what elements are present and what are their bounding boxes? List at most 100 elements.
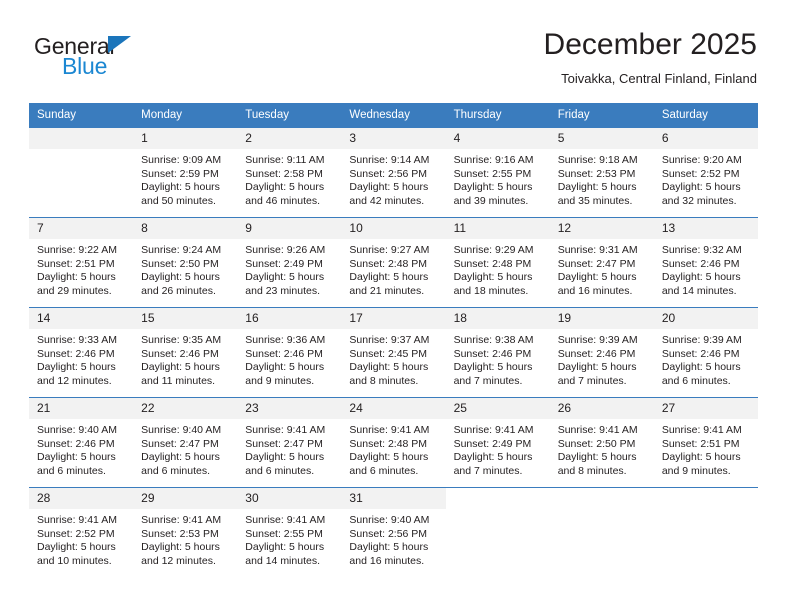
day-cell-inner: 11 Sunrise: 9:29 AM Sunset: 2:48 PM Dayligh… xyxy=(445,218,550,307)
sunset-time: Sunset: 2:59 PM xyxy=(141,167,219,180)
daylight-duration-line1: Daylight: 5 hours xyxy=(661,271,741,284)
sunset-time: Sunset: 2:58 PM xyxy=(245,167,323,180)
day-details: Sunrise: 9:41 AM Sunset: 2:55 PM Daylight:… xyxy=(237,509,341,568)
day-cell-inner: 18 Sunrise: 9:38 AM Sunset: 2:46 PM Dayligh… xyxy=(445,308,550,397)
daylight-duration-line1: Daylight: 5 hours xyxy=(245,271,325,284)
calendar-day-cell[interactable]: 28 Sunrise: 9:41 AM Sunset: 2:52 PM Dayligh… xyxy=(29,487,134,578)
day-number: 23 xyxy=(237,398,342,419)
calendar-day-cell[interactable]: 30 Sunrise: 9:41 AM Sunset: 2:55 PM Dayligh… xyxy=(237,487,342,578)
day-number: 16 xyxy=(237,308,342,329)
calendar-day-cell[interactable]: 12 Sunrise: 9:31 AM Sunset: 2:47 PM Dayligh… xyxy=(549,217,654,308)
calendar-day-cell[interactable]: 4 Sunrise: 9:16 AM Sunset: 2:55 PM Daylight… xyxy=(445,127,550,218)
day-number: 31 xyxy=(341,488,446,509)
calendar-day-cell[interactable]: 26 Sunrise: 9:41 AM Sunset: 2:50 PM Dayligh… xyxy=(549,397,654,488)
calendar-week-row: 14 Sunrise: 9:33 AM Sunset: 2:46 PM Dayligh… xyxy=(29,307,758,398)
day-cell-inner: 31 Sunrise: 9:40 AM Sunset: 2:56 PM Dayligh… xyxy=(341,488,446,578)
weekday-header-tuesday: Tuesday xyxy=(237,103,342,128)
calendar-day-cell[interactable]: 20 Sunrise: 9:39 AM Sunset: 2:46 PM Dayligh… xyxy=(653,307,758,398)
calendar-day-cell[interactable]: 25 Sunrise: 9:41 AM Sunset: 2:49 PM Dayligh… xyxy=(445,397,550,488)
day-number: 28 xyxy=(29,488,134,509)
day-details: Sunrise: 9:35 AM Sunset: 2:46 PM Daylight:… xyxy=(133,329,237,388)
daylight-duration-line1: Daylight: 5 hours xyxy=(661,451,741,464)
day-cell-inner: 7 Sunrise: 9:22 AM Sunset: 2:51 PM Daylight… xyxy=(29,218,134,307)
calendar-day-cell[interactable]: 13 Sunrise: 9:32 AM Sunset: 2:46 PM Dayligh… xyxy=(653,217,758,308)
daylight-duration-line2: and 12 minutes. xyxy=(37,374,112,387)
day-cell-inner: 16 Sunrise: 9:36 AM Sunset: 2:46 PM Dayligh… xyxy=(237,308,342,397)
sunrise-time: Sunrise: 9:11 AM xyxy=(245,154,325,166)
daylight-duration-line1: Daylight: 5 hours xyxy=(349,271,429,284)
day-cell-inner: 3 Sunrise: 9:14 AM Sunset: 2:56 PM Daylight… xyxy=(341,128,446,217)
daylight-duration-line1: Daylight: 5 hours xyxy=(37,361,116,374)
day-number xyxy=(29,128,134,149)
day-details: Sunrise: 9:29 AM Sunset: 2:48 PM Daylight:… xyxy=(446,239,550,298)
calendar-day-cell[interactable]: 23 Sunrise: 9:41 AM Sunset: 2:47 PM Dayligh… xyxy=(237,397,342,488)
calendar-day-cell[interactable]: 9 Sunrise: 9:26 AM Sunset: 2:49 PM Daylight… xyxy=(237,217,342,308)
day-number: 15 xyxy=(133,308,238,329)
calendar-day-cell[interactable]: 5 Sunrise: 9:18 AM Sunset: 2:53 PM Daylight… xyxy=(549,127,654,218)
daylight-duration-line2: and 6 minutes. xyxy=(141,464,211,477)
calendar-day-cell[interactable]: 15 Sunrise: 9:35 AM Sunset: 2:46 PM Dayligh… xyxy=(133,307,238,398)
page-title: December 2025 xyxy=(543,28,757,61)
sunset-time: Sunset: 2:46 PM xyxy=(661,257,740,270)
daylight-duration-line2: and 16 minutes. xyxy=(557,284,633,297)
day-number: 7 xyxy=(29,218,134,239)
calendar-day-cell[interactable]: 22 Sunrise: 9:40 AM Sunset: 2:47 PM Dayligh… xyxy=(133,397,238,488)
calendar-day-cell[interactable]: 8 Sunrise: 9:24 AM Sunset: 2:50 PM Daylight… xyxy=(133,217,238,308)
day-details: Sunrise: 9:41 AM Sunset: 2:48 PM Daylight:… xyxy=(341,419,445,478)
sunrise-time: Sunrise: 9:36 AM xyxy=(245,334,326,346)
daylight-duration-line1: Daylight: 5 hours xyxy=(453,181,533,194)
calendar-day-cell[interactable]: 3 Sunrise: 9:14 AM Sunset: 2:56 PM Daylight… xyxy=(341,127,446,218)
day-details: Sunrise: 9:41 AM Sunset: 2:52 PM Daylight:… xyxy=(29,509,133,568)
page-header: General Blue December 2025 Toivakka, Cen… xyxy=(0,0,792,103)
calendar-day-cell-empty xyxy=(653,487,758,578)
day-number: 6 xyxy=(653,128,758,149)
calendar-day-cell[interactable]: 21 Sunrise: 9:40 AM Sunset: 2:46 PM Dayligh… xyxy=(29,397,134,488)
sunset-time: Sunset: 2:46 PM xyxy=(557,347,636,360)
day-cell-inner: 6 Sunrise: 9:20 AM Sunset: 2:52 PM Daylight… xyxy=(653,128,758,217)
calendar-day-cell[interactable]: 18 Sunrise: 9:38 AM Sunset: 2:46 PM Dayligh… xyxy=(445,307,550,398)
daylight-duration-line1: Daylight: 5 hours xyxy=(141,451,220,464)
day-cell-inner: 23 Sunrise: 9:41 AM Sunset: 2:47 PM Dayligh… xyxy=(237,398,342,487)
daylight-duration-line1: Daylight: 5 hours xyxy=(453,451,533,464)
sunset-time: Sunset: 2:50 PM xyxy=(557,437,636,450)
day-details: Sunrise: 9:40 AM Sunset: 2:46 PM Daylight:… xyxy=(29,419,133,478)
day-cell-inner: 13 Sunrise: 9:32 AM Sunset: 2:46 PM Dayligh… xyxy=(653,218,758,307)
calendar-day-cell[interactable]: 1 Sunrise: 9:09 AM Sunset: 2:59 PM Daylight… xyxy=(133,127,238,218)
daylight-duration-line1: Daylight: 5 hours xyxy=(141,361,220,374)
calendar-day-cell[interactable]: 7 Sunrise: 9:22 AM Sunset: 2:51 PM Daylight… xyxy=(29,217,134,308)
calendar-day-cell[interactable]: 27 Sunrise: 9:41 AM Sunset: 2:51 PM Dayligh… xyxy=(653,397,758,488)
day-number: 14 xyxy=(29,308,134,329)
calendar-day-cell[interactable]: 2 Sunrise: 9:11 AM Sunset: 2:58 PM Daylight… xyxy=(237,127,342,218)
calendar-day-cell[interactable]: 19 Sunrise: 9:39 AM Sunset: 2:46 PM Dayligh… xyxy=(549,307,654,398)
daylight-duration-line2: and 6 minutes. xyxy=(661,374,731,387)
daylight-duration-line1: Daylight: 5 hours xyxy=(661,181,741,194)
day-cell-inner xyxy=(654,488,758,578)
calendar-day-cell[interactable]: 29 Sunrise: 9:41 AM Sunset: 2:53 PM Dayligh… xyxy=(133,487,238,578)
sunrise-time: Sunrise: 9:40 AM xyxy=(37,424,117,436)
sunset-time: Sunset: 2:48 PM xyxy=(453,257,532,270)
day-cell-inner: 28 Sunrise: 9:41 AM Sunset: 2:52 PM Dayligh… xyxy=(29,488,134,578)
day-details: Sunrise: 9:40 AM Sunset: 2:47 PM Daylight:… xyxy=(133,419,237,478)
day-details: Sunrise: 9:39 AM Sunset: 2:46 PM Daylight:… xyxy=(654,329,758,388)
day-cell-inner: 4 Sunrise: 9:16 AM Sunset: 2:55 PM Daylight… xyxy=(445,128,550,217)
weekday-header-thursday: Thursday xyxy=(445,103,550,128)
day-cell-inner xyxy=(29,128,134,217)
calendar-day-cell[interactable]: 17 Sunrise: 9:37 AM Sunset: 2:45 PM Dayligh… xyxy=(341,307,446,398)
sunrise-time: Sunrise: 9:41 AM xyxy=(349,424,430,436)
calendar-day-cell[interactable]: 14 Sunrise: 9:33 AM Sunset: 2:46 PM Dayligh… xyxy=(29,307,134,398)
calendar-day-cell[interactable]: 6 Sunrise: 9:20 AM Sunset: 2:52 PM Daylight… xyxy=(653,127,758,218)
sunset-time: Sunset: 2:53 PM xyxy=(141,527,219,540)
daylight-duration-line1: Daylight: 5 hours xyxy=(349,181,429,194)
calendar-day-cell[interactable]: 10 Sunrise: 9:27 AM Sunset: 2:48 PM Dayligh… xyxy=(341,217,446,308)
day-cell-inner: 14 Sunrise: 9:33 AM Sunset: 2:46 PM Dayligh… xyxy=(29,308,134,397)
day-number: 12 xyxy=(549,218,654,239)
daylight-duration-line2: and 6 minutes. xyxy=(37,464,106,477)
day-number: 13 xyxy=(653,218,758,239)
daylight-duration-line2: and 6 minutes. xyxy=(245,464,315,477)
calendar-day-cell[interactable]: 11 Sunrise: 9:29 AM Sunset: 2:48 PM Dayligh… xyxy=(445,217,550,308)
sunrise-time: Sunrise: 9:40 AM xyxy=(349,514,430,526)
calendar-day-cell[interactable]: 24 Sunrise: 9:41 AM Sunset: 2:48 PM Dayligh… xyxy=(341,397,446,488)
daylight-duration-line2: and 50 minutes. xyxy=(141,194,216,207)
calendar-day-cell[interactable]: 16 Sunrise: 9:36 AM Sunset: 2:46 PM Dayligh… xyxy=(237,307,342,398)
calendar-day-cell[interactable]: 31 Sunrise: 9:40 AM Sunset: 2:56 PM Dayligh… xyxy=(341,487,446,578)
